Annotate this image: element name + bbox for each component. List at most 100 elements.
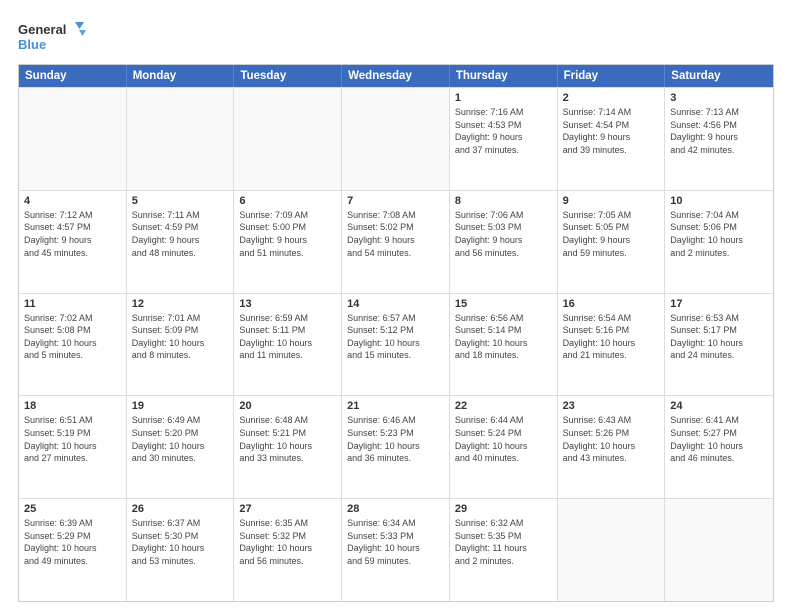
cell-info: Sunrise: 7:09 AM Sunset: 5:00 PM Dayligh… xyxy=(239,209,336,259)
cell-info: Sunrise: 7:11 AM Sunset: 4:59 PM Dayligh… xyxy=(132,209,229,259)
cell-info: Sunrise: 6:43 AM Sunset: 5:26 PM Dayligh… xyxy=(563,414,660,464)
calendar: SundayMondayTuesdayWednesdayThursdayFrid… xyxy=(18,64,774,602)
cell-info: Sunrise: 6:41 AM Sunset: 5:27 PM Dayligh… xyxy=(670,414,768,464)
day-number: 10 xyxy=(670,195,768,207)
cell-info: Sunrise: 6:56 AM Sunset: 5:14 PM Dayligh… xyxy=(455,312,552,362)
cal-cell-r2c4: 15 Sunrise: 6:56 AM Sunset: 5:14 PM Dayli… xyxy=(450,294,558,396)
cal-row-0: 1Sunrise: 7:16 AM Sunset: 4:53 PM Daylig… xyxy=(19,87,773,190)
cell-info: Sunrise: 6:53 AM Sunset: 5:17 PM Dayligh… xyxy=(670,312,768,362)
day-number: 6 xyxy=(239,195,336,207)
cal-cell-r4c6 xyxy=(665,499,773,601)
cal-row-2: 11 Sunrise: 7:02 AM Sunset: 5:08 PM Dayli… xyxy=(19,293,773,396)
cal-cell-r1c0: 4 Sunrise: 7:12 AM Sunset: 4:57 PM Daylig… xyxy=(19,191,127,293)
cal-cell-r4c3: 28 Sunrise: 6:34 AM Sunset: 5:33 PM Dayli… xyxy=(342,499,450,601)
logo-svg: General Blue xyxy=(18,18,88,56)
cal-cell-r3c1: 19 Sunrise: 6:49 AM Sunset: 5:20 PM Dayli… xyxy=(127,396,235,498)
day-number: 24 xyxy=(670,400,768,412)
cell-info: Sunrise: 6:35 AM Sunset: 5:32 PM Dayligh… xyxy=(239,517,336,567)
calendar-body: 1Sunrise: 7:16 AM Sunset: 4:53 PM Daylig… xyxy=(19,87,773,601)
header-day-saturday: Saturday xyxy=(665,65,773,87)
cal-row-4: 25 Sunrise: 6:39 AM Sunset: 5:29 PM Dayli… xyxy=(19,498,773,601)
cal-cell-r0c3 xyxy=(342,88,450,190)
day-number: 9 xyxy=(563,195,660,207)
cal-cell-r1c1: 5 Sunrise: 7:11 AM Sunset: 4:59 PM Daylig… xyxy=(127,191,235,293)
cell-info: Sunrise: 6:57 AM Sunset: 5:12 PM Dayligh… xyxy=(347,312,444,362)
cell-info: Sunrise: 6:51 AM Sunset: 5:19 PM Dayligh… xyxy=(24,414,121,464)
cal-cell-r0c0 xyxy=(19,88,127,190)
day-number: 14 xyxy=(347,298,444,310)
day-number: 11 xyxy=(24,298,121,310)
day-number: 13 xyxy=(239,298,336,310)
cal-row-1: 4 Sunrise: 7:12 AM Sunset: 4:57 PM Daylig… xyxy=(19,190,773,293)
cal-cell-r3c4: 22Sunrise: 6:44 AM Sunset: 5:24 PM Dayli… xyxy=(450,396,558,498)
cal-cell-r2c5: 16Sunrise: 6:54 AM Sunset: 5:16 PM Dayli… xyxy=(558,294,666,396)
cal-cell-r0c2 xyxy=(234,88,342,190)
cal-cell-r3c0: 18 Sunrise: 6:51 AM Sunset: 5:19 PM Dayli… xyxy=(19,396,127,498)
cal-cell-r4c5 xyxy=(558,499,666,601)
day-number: 20 xyxy=(239,400,336,412)
cell-info: Sunrise: 7:01 AM Sunset: 5:09 PM Dayligh… xyxy=(132,312,229,362)
cal-cell-r1c2: 6 Sunrise: 7:09 AM Sunset: 5:00 PM Daylig… xyxy=(234,191,342,293)
cal-cell-r0c5: 2 Sunrise: 7:14 AM Sunset: 4:54 PM Daylig… xyxy=(558,88,666,190)
day-number: 3 xyxy=(670,92,768,104)
cell-info: Sunrise: 6:49 AM Sunset: 5:20 PM Dayligh… xyxy=(132,414,229,464)
header-day-tuesday: Tuesday xyxy=(234,65,342,87)
header-day-friday: Friday xyxy=(558,65,666,87)
cell-info: Sunrise: 7:13 AM Sunset: 4:56 PM Dayligh… xyxy=(670,106,768,156)
day-number: 8 xyxy=(455,195,552,207)
cal-cell-r3c3: 21 Sunrise: 6:46 AM Sunset: 5:23 PM Dayli… xyxy=(342,396,450,498)
cell-info: Sunrise: 7:16 AM Sunset: 4:53 PM Dayligh… xyxy=(455,106,552,156)
day-number: 21 xyxy=(347,400,444,412)
svg-text:Blue: Blue xyxy=(18,37,46,52)
header-day-wednesday: Wednesday xyxy=(342,65,450,87)
cal-cell-r4c2: 27Sunrise: 6:35 AM Sunset: 5:32 PM Dayli… xyxy=(234,499,342,601)
header-day-sunday: Sunday xyxy=(19,65,127,87)
cal-cell-r2c2: 13 Sunrise: 6:59 AM Sunset: 5:11 PM Dayli… xyxy=(234,294,342,396)
cal-cell-r2c3: 14 Sunrise: 6:57 AM Sunset: 5:12 PM Dayli… xyxy=(342,294,450,396)
cal-cell-r0c6: 3 Sunrise: 7:13 AM Sunset: 4:56 PM Daylig… xyxy=(665,88,773,190)
cell-info: Sunrise: 6:54 AM Sunset: 5:16 PM Dayligh… xyxy=(563,312,660,362)
day-number: 26 xyxy=(132,503,229,515)
cell-info: Sunrise: 7:08 AM Sunset: 5:02 PM Dayligh… xyxy=(347,209,444,259)
day-number: 4 xyxy=(24,195,121,207)
cell-info: Sunrise: 6:32 AM Sunset: 5:35 PM Dayligh… xyxy=(455,517,552,567)
cell-info: Sunrise: 6:39 AM Sunset: 5:29 PM Dayligh… xyxy=(24,517,121,567)
page: General Blue SundayMondayTuesdayWednesda… xyxy=(0,0,792,612)
cal-cell-r2c6: 17 Sunrise: 6:53 AM Sunset: 5:17 PM Dayli… xyxy=(665,294,773,396)
day-number: 12 xyxy=(132,298,229,310)
cal-cell-r3c5: 23Sunrise: 6:43 AM Sunset: 5:26 PM Dayli… xyxy=(558,396,666,498)
day-number: 18 xyxy=(24,400,121,412)
cell-info: Sunrise: 7:05 AM Sunset: 5:05 PM Dayligh… xyxy=(563,209,660,259)
cell-info: Sunrise: 6:37 AM Sunset: 5:30 PM Dayligh… xyxy=(132,517,229,567)
cal-row-3: 18 Sunrise: 6:51 AM Sunset: 5:19 PM Dayli… xyxy=(19,395,773,498)
cell-info: Sunrise: 7:02 AM Sunset: 5:08 PM Dayligh… xyxy=(24,312,121,362)
cell-info: Sunrise: 6:34 AM Sunset: 5:33 PM Dayligh… xyxy=(347,517,444,567)
day-number: 22 xyxy=(455,400,552,412)
cell-info: Sunrise: 7:12 AM Sunset: 4:57 PM Dayligh… xyxy=(24,209,121,259)
cal-cell-r0c4: 1Sunrise: 7:16 AM Sunset: 4:53 PM Daylig… xyxy=(450,88,558,190)
day-number: 25 xyxy=(24,503,121,515)
cal-cell-r1c5: 9 Sunrise: 7:05 AM Sunset: 5:05 PM Daylig… xyxy=(558,191,666,293)
day-number: 29 xyxy=(455,503,552,515)
cal-cell-r2c1: 12 Sunrise: 7:01 AM Sunset: 5:09 PM Dayli… xyxy=(127,294,235,396)
cell-info: Sunrise: 6:59 AM Sunset: 5:11 PM Dayligh… xyxy=(239,312,336,362)
header-day-thursday: Thursday xyxy=(450,65,558,87)
cell-info: Sunrise: 7:14 AM Sunset: 4:54 PM Dayligh… xyxy=(563,106,660,156)
cal-cell-r3c6: 24 Sunrise: 6:41 AM Sunset: 5:27 PM Dayli… xyxy=(665,396,773,498)
cal-cell-r4c1: 26 Sunrise: 6:37 AM Sunset: 5:30 PM Dayli… xyxy=(127,499,235,601)
header: General Blue xyxy=(18,18,774,56)
cal-cell-r1c4: 8Sunrise: 7:06 AM Sunset: 5:03 PM Daylig… xyxy=(450,191,558,293)
day-number: 28 xyxy=(347,503,444,515)
day-number: 17 xyxy=(670,298,768,310)
day-number: 7 xyxy=(347,195,444,207)
cal-cell-r3c2: 20Sunrise: 6:48 AM Sunset: 5:21 PM Dayli… xyxy=(234,396,342,498)
day-number: 2 xyxy=(563,92,660,104)
cell-info: Sunrise: 6:46 AM Sunset: 5:23 PM Dayligh… xyxy=(347,414,444,464)
cal-cell-r1c3: 7 Sunrise: 7:08 AM Sunset: 5:02 PM Daylig… xyxy=(342,191,450,293)
calendar-header: SundayMondayTuesdayWednesdayThursdayFrid… xyxy=(19,65,773,87)
cal-cell-r1c6: 10Sunrise: 7:04 AM Sunset: 5:06 PM Dayli… xyxy=(665,191,773,293)
day-number: 5 xyxy=(132,195,229,207)
day-number: 19 xyxy=(132,400,229,412)
header-day-monday: Monday xyxy=(127,65,235,87)
day-number: 15 xyxy=(455,298,552,310)
